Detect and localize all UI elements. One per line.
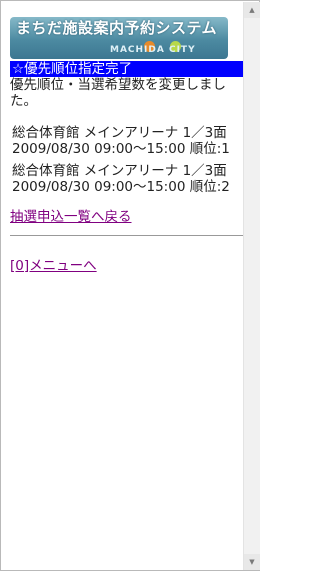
- page-frame: まちだ施設案内予約システム MACHIDA CITY ☆優先順位指定完了 優先順…: [0, 0, 260, 571]
- vertical-scrollbar[interactable]: ▲ ▼: [243, 2, 260, 570]
- banner-title: まちだ施設案内予約システム: [16, 19, 218, 37]
- divider: [10, 235, 254, 236]
- page-content: まちだ施設案内予約システム MACHIDA CITY ☆優先順位指定完了 優先順…: [10, 13, 254, 274]
- list-item: 総合体育館 メインアリーナ 1／3面 2009/08/30 09:00～15:0…: [12, 163, 230, 195]
- back-to-list-link[interactable]: 抽選申込一覧へ戻る: [10, 209, 246, 225]
- list-item: 総合体育館 メインアリーナ 1／3面 2009/08/30 09:00～15:0…: [12, 125, 230, 157]
- page-title: ☆優先順位指定完了: [10, 61, 248, 77]
- status-message: 優先順位・当選希望数を変更しました。: [10, 77, 226, 109]
- scroll-up-icon[interactable]: ▲: [244, 2, 260, 18]
- banner-subtitle: MACHIDA CITY: [110, 45, 196, 55]
- menu-link[interactable]: [0]メニューへ: [10, 258, 246, 274]
- entry-list: 総合体育館 メインアリーナ 1／3面 2009/08/30 09:00～15:0…: [10, 125, 246, 195]
- header-banner: まちだ施設案内予約システム MACHIDA CITY: [10, 17, 228, 59]
- scroll-down-icon[interactable]: ▼: [244, 554, 260, 570]
